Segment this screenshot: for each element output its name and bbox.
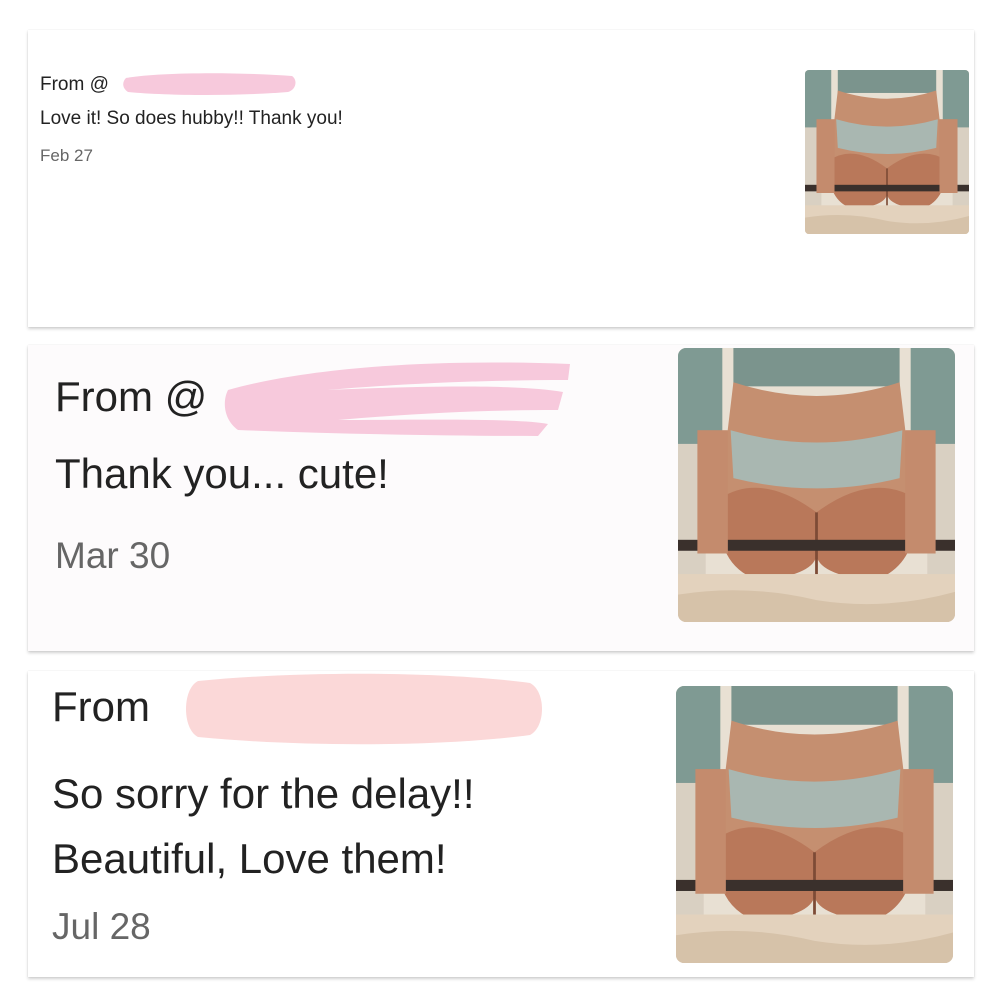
message-date: Feb 27	[40, 146, 93, 165]
product-photo-thumbnail[interactable]	[678, 348, 955, 622]
photo-image	[805, 70, 969, 234]
message-date: Jul 28	[52, 906, 151, 947]
from-label: From	[52, 683, 150, 730]
review-card[interactable]: From So sorry for the delay!! Beautiful,…	[28, 671, 974, 977]
message-text: Thank you... cute!	[55, 450, 389, 497]
message-date: Mar 30	[55, 535, 171, 576]
product-photo-thumbnail[interactable]	[805, 70, 969, 234]
message-text: Love it! So does hubby!! Thank you!	[40, 108, 343, 129]
from-label: From @	[40, 74, 109, 95]
review-card[interactable]: From @ Love it! So does hubby!! Thank yo…	[28, 30, 974, 327]
message-text: So sorry for the delay!! Beautiful, Love…	[52, 770, 475, 882]
review-screenshot-collage: From @ Love it! So does hubby!! Thank yo…	[0, 0, 1000, 1000]
product-photo-thumbnail[interactable]	[676, 686, 953, 963]
from-line: From @	[40, 74, 109, 96]
username-redaction	[186, 673, 542, 745]
photo-image	[678, 348, 955, 622]
from-label: From @	[55, 373, 208, 420]
from-line: From	[52, 683, 150, 731]
photo-image	[676, 686, 953, 963]
review-card[interactable]: From @ Thank you... cute! Mar 30	[28, 345, 974, 651]
username-redaction	[123, 73, 296, 95]
username-redaction	[224, 362, 570, 436]
from-line: From @	[55, 373, 207, 421]
